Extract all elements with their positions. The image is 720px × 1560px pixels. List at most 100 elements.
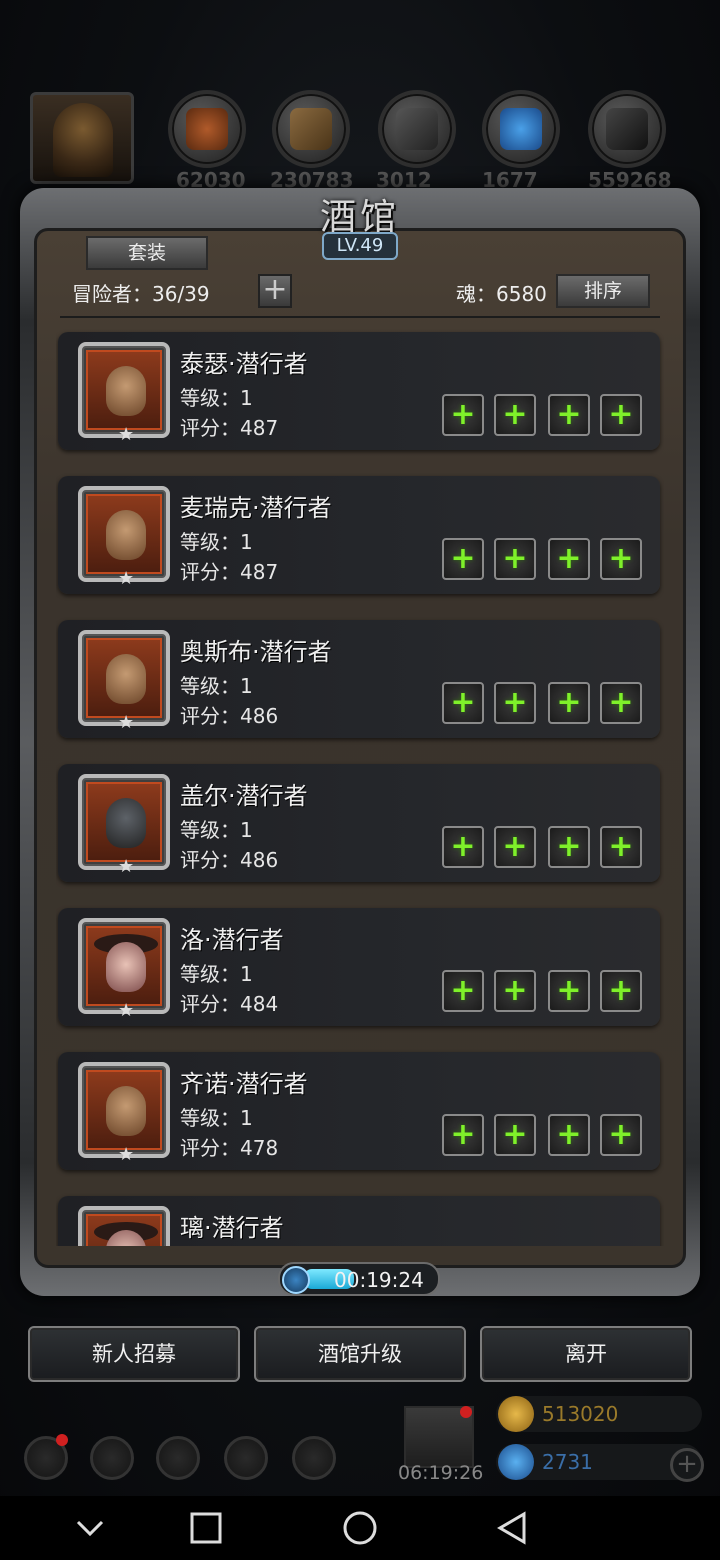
add-equipment-icon: + [556,397,582,432]
back-icon[interactable] [482,1504,542,1552]
cube-icon[interactable] [292,1436,336,1480]
ring-slot-icon[interactable]: + [548,538,590,580]
crystal-resource-icon [482,90,560,168]
adventurer-row[interactable]: ★ 盖尔·潜行者 等级：1 评分：486 + + + + [58,764,660,882]
add-equipment-icon: + [608,829,634,864]
armor-slot-icon[interactable]: + [494,970,536,1012]
stone-resource-icon [588,90,666,168]
adventurer-avatar[interactable]: ★ [78,1062,170,1165]
add-gems-button[interactable]: + [670,1448,704,1482]
weapon-slot-icon[interactable]: + [442,1114,484,1156]
add-equipment-icon: + [450,397,476,432]
adventurer-row[interactable]: ★ 奥斯布·潜行者 等级：1 评分：486 + + + + [58,620,660,738]
adventurer-level: 等级：1 [180,530,253,554]
add-equipment-icon: + [502,685,528,720]
armor-slot-icon[interactable]: + [494,682,536,724]
clock-icon [282,1266,310,1294]
gift-timer: 06:19:26 [398,1462,484,1484]
adventurer-name: 洛·潜行者 [180,926,284,954]
star-icon: ★ [118,1144,135,1165]
add-equipment-icon: + [450,541,476,576]
bottom-menu: 06:19:26 513020 2731 + [0,1396,720,1496]
ring-slot-icon[interactable]: + [548,682,590,724]
adventurer-score: 评分：478 [180,1136,279,1160]
castle-icon[interactable] [156,1436,200,1480]
add-equipment-icon: + [502,829,528,864]
adventurer-count: 冒险者：36/39 [72,282,210,306]
gem-value: 2731 [542,1450,593,1474]
add-equipment-icon: + [502,1117,528,1152]
weapon-slot-icon[interactable]: + [442,538,484,580]
adventurer-avatar[interactable]: ★ [78,1206,170,1246]
ring-slot-icon[interactable]: + [548,1114,590,1156]
adventurer-name: 麦瑞克·潜行者 [180,494,332,522]
adventurer-avatar[interactable]: ★ [78,342,170,445]
weapon-slot-icon[interactable]: + [442,394,484,436]
compass-icon[interactable] [90,1436,134,1480]
armor-slot-icon[interactable]: + [494,538,536,580]
armor-slot-icon[interactable]: + [494,1114,536,1156]
upgrade-tavern-button[interactable]: 酒馆升级 [254,1326,466,1382]
resource-bar: 62030 230783 3012 1677 559268 [0,86,720,196]
sort-button[interactable]: 排序 [556,274,650,308]
star-icon: ★ [118,424,135,445]
meat-resource-icon [168,90,246,168]
adventurer-row[interactable]: ★ 麦瑞克·潜行者 等级：1 评分：487 + + + + [58,476,660,594]
adventurer-row[interactable]: ★ 齐诺·潜行者 等级：1 评分：478 + + + + [58,1052,660,1170]
adventurer-row[interactable]: ★ 洛·潜行者等级：1 评分：484 + + + + [58,908,660,1026]
adventurer-avatar[interactable]: ★ [78,774,170,877]
add-equipment-icon: + [556,685,582,720]
tavern-level-badge: LV.49 [322,232,398,260]
amulet-slot-icon[interactable]: + [600,394,642,436]
ring-slot-icon[interactable]: + [548,826,590,868]
amulet-slot-icon[interactable]: + [600,538,642,580]
star-icon: ★ [118,856,135,877]
recruit-button[interactable]: 新人招募 [28,1326,240,1382]
add-equipment-icon: + [450,1117,476,1152]
mail-icon[interactable] [224,1436,268,1480]
adventurer-avatar[interactable]: ★ [78,918,170,1021]
add-equipment-icon: + [556,541,582,576]
star-icon: ★ [118,1000,135,1021]
ring-slot-icon[interactable]: + [548,970,590,1012]
notification-dot [56,1434,68,1446]
add-equipment-icon: + [450,973,476,1008]
hero-portrait[interactable] [30,92,134,184]
adventurer-name: 奥斯布·潜行者 [180,638,332,666]
home-icon[interactable] [330,1504,390,1552]
amulet-slot-icon[interactable]: + [600,1114,642,1156]
gold-bar: 513020 [496,1396,702,1432]
gold-icon [498,1396,534,1432]
add-equipment-icon: + [450,685,476,720]
amulet-slot-icon[interactable]: + [600,970,642,1012]
armor-slot-icon[interactable]: + [494,394,536,436]
iron-resource-icon [378,90,456,168]
ring-slot-icon[interactable]: + [548,394,590,436]
add-equipment-icon: + [556,829,582,864]
adventurer-score: 评分：487 [180,416,279,440]
adventurer-list[interactable]: ★ 泰瑟·潜行者 等级：1 评分：487 + + + + ★ 麦瑞克·潜行者 等级：1 评分：487 +… [56,318,664,1246]
weapon-slot-icon[interactable]: + [442,682,484,724]
star-icon: ★ [118,568,135,589]
chevron-down-icon[interactable] [60,1504,120,1552]
tavern-panel: 酒馆 LV.49 套装 冒险者：36/39 + 魂：6580 排序 ★ 泰瑟·潜行… [20,188,700,1296]
leave-button[interactable]: 离开 [480,1326,692,1382]
timer-text: 00:19:24 [334,1268,424,1292]
add-equipment-icon: + [608,973,634,1008]
adventurer-row[interactable]: ★ 泰瑟·潜行者 等级：1 评分：487 + + + + [58,332,660,450]
weapon-slot-icon[interactable]: + [442,826,484,868]
expand-capacity-button[interactable]: + [258,274,292,308]
armor-slot-icon[interactable]: + [494,826,536,868]
amulet-slot-icon[interactable]: + [600,682,642,724]
adventurer-level: 等级：1 [180,962,253,986]
set-tab-button[interactable]: 套装 [86,236,208,270]
adventurer-row[interactable]: ★璃·潜行者等级：1++++ [58,1196,660,1246]
recents-icon[interactable] [176,1504,236,1552]
adventurer-avatar[interactable]: ★ [78,630,170,733]
adventurer-avatar[interactable]: ★ [78,486,170,589]
weapon-slot-icon[interactable]: + [442,970,484,1012]
adventurer-name: 齐诺·潜行者 [180,1070,308,1098]
add-equipment-icon: + [502,397,528,432]
amulet-slot-icon[interactable]: + [600,826,642,868]
adventurer-score: 评分：484 [180,992,279,1016]
